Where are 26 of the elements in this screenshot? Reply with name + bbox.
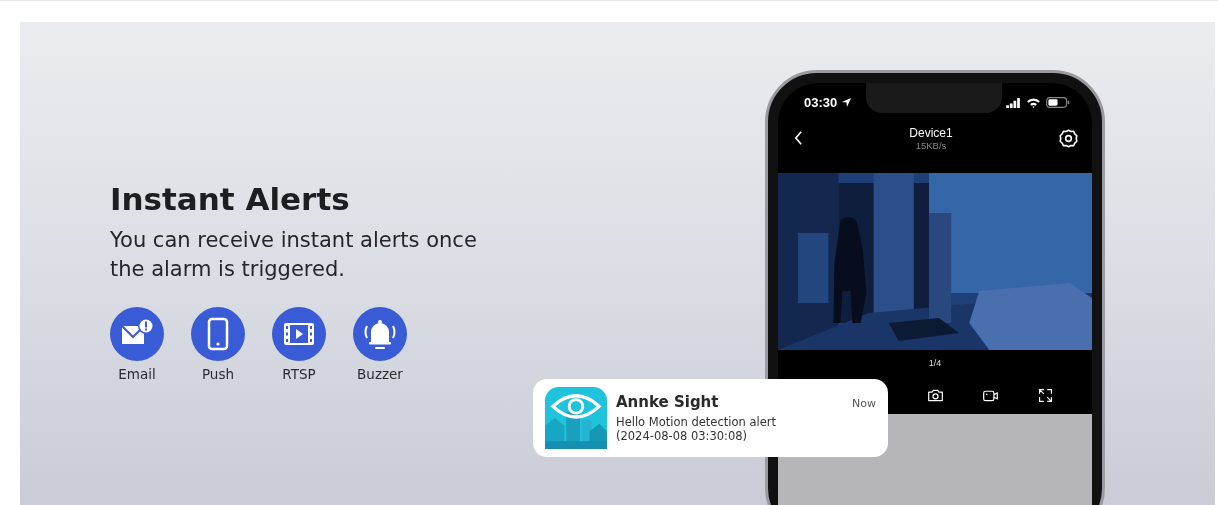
notification-message: Hello Motion detection alert (2024-08-08 03:30:08) <box>616 415 777 443</box>
app-icon <box>545 387 607 449</box>
location-arrow-icon <box>841 97 853 108</box>
clock: 03:30 <box>804 95 838 110</box>
bell-icon <box>353 307 407 361</box>
notification-card[interactable]: Annke Sight Now Hello Motion detection alert (2024-08-08 03:30:08) <box>533 379 888 457</box>
back-icon[interactable] <box>794 130 803 146</box>
settings-icon[interactable] <box>1059 128 1078 148</box>
feature-label: Push <box>201 366 235 382</box>
envelope-alert-icon <box>110 307 164 361</box>
description: You can receive instant alerts once the alarm is triggered. <box>110 227 478 283</box>
feature-label: Buzzer <box>357 366 403 382</box>
bitrate: 15KB/s <box>914 139 948 151</box>
battery-icon <box>1046 97 1070 108</box>
feature-label: RTSP <box>282 366 316 382</box>
smartphone-icon <box>191 307 245 361</box>
device-name: Device1 <box>909 125 953 140</box>
wifi-icon <box>1026 97 1041 108</box>
feature-label: Email <box>118 366 156 382</box>
app-name: Annke Sight <box>616 393 719 411</box>
video-film-icon <box>272 307 326 361</box>
signal-icon <box>1006 97 1021 108</box>
headline: Instant Alerts <box>110 180 351 218</box>
notification-time: Now <box>852 397 876 410</box>
page-indicator: 1/4 <box>927 357 943 370</box>
fullscreen-icon[interactable] <box>1037 386 1054 404</box>
